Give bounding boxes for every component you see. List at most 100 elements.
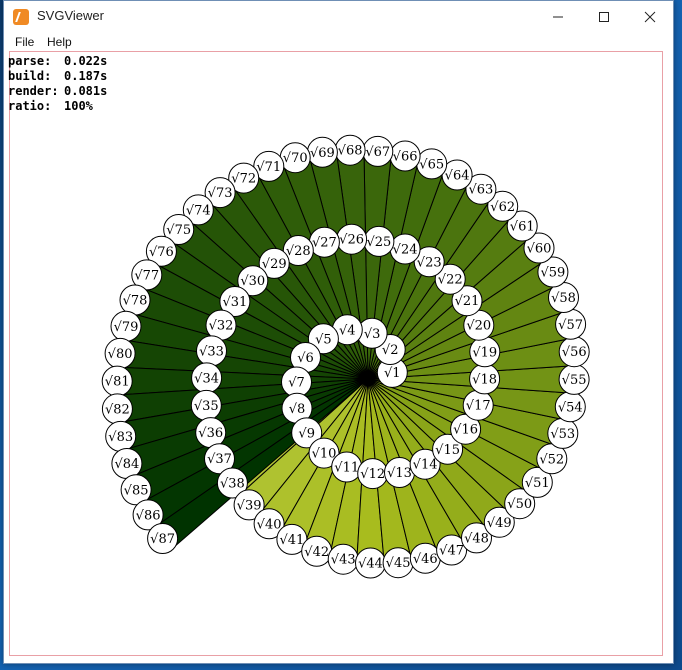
spiral-label: √1 (384, 366, 401, 381)
spiral-label: √22 (438, 273, 463, 288)
spiral-label: √40 (257, 517, 282, 532)
menu-file[interactable]: File (15, 35, 34, 49)
minimize-button[interactable] (535, 1, 581, 32)
spiral-label: √49 (487, 516, 512, 531)
spiral-label: √78 (123, 294, 148, 309)
svg-canvas[interactable]: √1 √2 √3 √4 √5 √6 √7 √8 √9 √10 √11 √12 √13 √14 √15 √16 √… (9, 51, 663, 656)
stat-parse: parse: 0.022s (8, 54, 107, 69)
spiral-label: √27 (312, 236, 337, 251)
spiral-label: √30 (240, 274, 265, 289)
spiral-drawing: √1 √2√3 √4 √5√6 √7 √8 √9 √10√11 √12 √13√14√15 √16 √… (101, 134, 590, 579)
spiral-label: √65 (419, 157, 444, 172)
spiral-label: √44 (358, 557, 383, 572)
spiral-label: √68 (338, 144, 363, 159)
stat-build: build: 0.187s (8, 69, 107, 84)
menu-bar: File Help (4, 32, 673, 52)
spiral-label: √39 (237, 498, 262, 513)
spiral-label: √50 (507, 497, 532, 512)
spiral-label: √64 (445, 169, 470, 184)
spiral-label: √77 (134, 268, 159, 283)
spiral-label: √25 (366, 235, 391, 250)
spiral-label: √17 (466, 399, 491, 414)
spiral-label: √66 (393, 150, 418, 165)
spiral-label: √3 (364, 327, 381, 342)
spiral-label: √14 (413, 458, 438, 473)
spiral-label: √29 (262, 257, 287, 272)
spiral-label: √67 (365, 145, 390, 160)
spiral-label: √83 (108, 430, 133, 445)
spiral-label: √11 (334, 461, 359, 476)
spiral-label: √63 (468, 183, 493, 198)
maximize-icon (599, 11, 609, 22)
stat-value: 0.187s (64, 69, 108, 83)
spiral-label: √56 (562, 345, 587, 360)
spiral-label: √87 (150, 532, 175, 547)
spiral-label: √6 (297, 351, 314, 366)
spiral-label: √70 (283, 151, 308, 166)
spiral-label: √59 (540, 266, 565, 281)
spiral-label: √62 (490, 200, 515, 215)
spiral-label: √5 (315, 332, 332, 347)
spiral-label: √15 (435, 443, 460, 458)
spiral-label: √72 (231, 172, 256, 187)
spiral-label: √46 (413, 552, 438, 567)
window-title: SVGViewer (37, 8, 104, 23)
spiral-label: √85 (124, 483, 149, 498)
close-icon (644, 11, 656, 22)
spiral-label: √37 (207, 452, 232, 467)
spiral-label: √34 (194, 371, 219, 386)
stat-value: 100% (64, 99, 93, 113)
stat-label: render: (8, 84, 59, 98)
spiral-label: √13 (387, 466, 412, 481)
spiral-label: √48 (464, 531, 489, 546)
spiral-label: √74 (186, 203, 211, 218)
minimize-icon (553, 16, 563, 17)
spiral-label: √79 (114, 320, 139, 335)
spiral-label: √28 (286, 244, 311, 259)
spiral-label: √18 (472, 372, 497, 387)
spiral-label: √41 (279, 533, 304, 548)
spiral-label: √36 (198, 426, 223, 441)
spiral-label: √8 (289, 402, 306, 417)
svgviewer-app-icon (13, 9, 29, 25)
spiral-label: √16 (453, 423, 478, 438)
maximize-button[interactable] (581, 1, 627, 32)
stat-value: 0.022s (64, 54, 108, 68)
spiral-label: √52 (539, 452, 564, 467)
spiral-label: √38 (220, 477, 245, 492)
stat-label: parse: (8, 54, 52, 68)
spiral-label: √20 (466, 319, 491, 334)
spiral-label: √32 (209, 319, 234, 334)
spiral-label: √4 (339, 323, 356, 338)
stat-label: ratio: (8, 99, 52, 113)
stat-ratio: ratio: 100% (8, 99, 107, 114)
close-button[interactable] (627, 1, 673, 32)
title-bar[interactable]: SVGViewer (4, 1, 673, 32)
spiral-label: √35 (194, 399, 219, 414)
spiral-label: √23 (417, 255, 442, 270)
spiral-label: √73 (208, 186, 233, 201)
spiral-label: √60 (527, 242, 552, 257)
spiral-label: √84 (114, 457, 139, 472)
spiral-label: √2 (382, 343, 399, 358)
stat-render: render: 0.081s (8, 84, 107, 99)
spiral-label: √58 (551, 291, 576, 306)
spiral-label: √53 (550, 427, 575, 442)
spiral-label: √82 (105, 402, 130, 417)
spiral-label: √75 (166, 223, 191, 238)
spiral-label: √57 (558, 318, 583, 333)
spiral-label: √43 (331, 553, 356, 568)
spiral-label: √21 (455, 294, 480, 309)
spiral-label: √31 (222, 295, 247, 310)
spiral-label: √19 (472, 345, 497, 360)
spiral-label: √54 (558, 400, 583, 415)
spiral-label: √51 (525, 476, 550, 491)
spiral-label: √24 (393, 243, 418, 258)
menu-help[interactable]: Help (47, 35, 72, 49)
spiral-label: √10 (312, 447, 337, 462)
spiral-label: √26 (339, 233, 364, 248)
spiral-label: √81 (105, 375, 130, 390)
spiral-label: √80 (108, 347, 133, 362)
spiral-label: √12 (360, 467, 385, 482)
spiral-label: √69 (310, 146, 335, 161)
